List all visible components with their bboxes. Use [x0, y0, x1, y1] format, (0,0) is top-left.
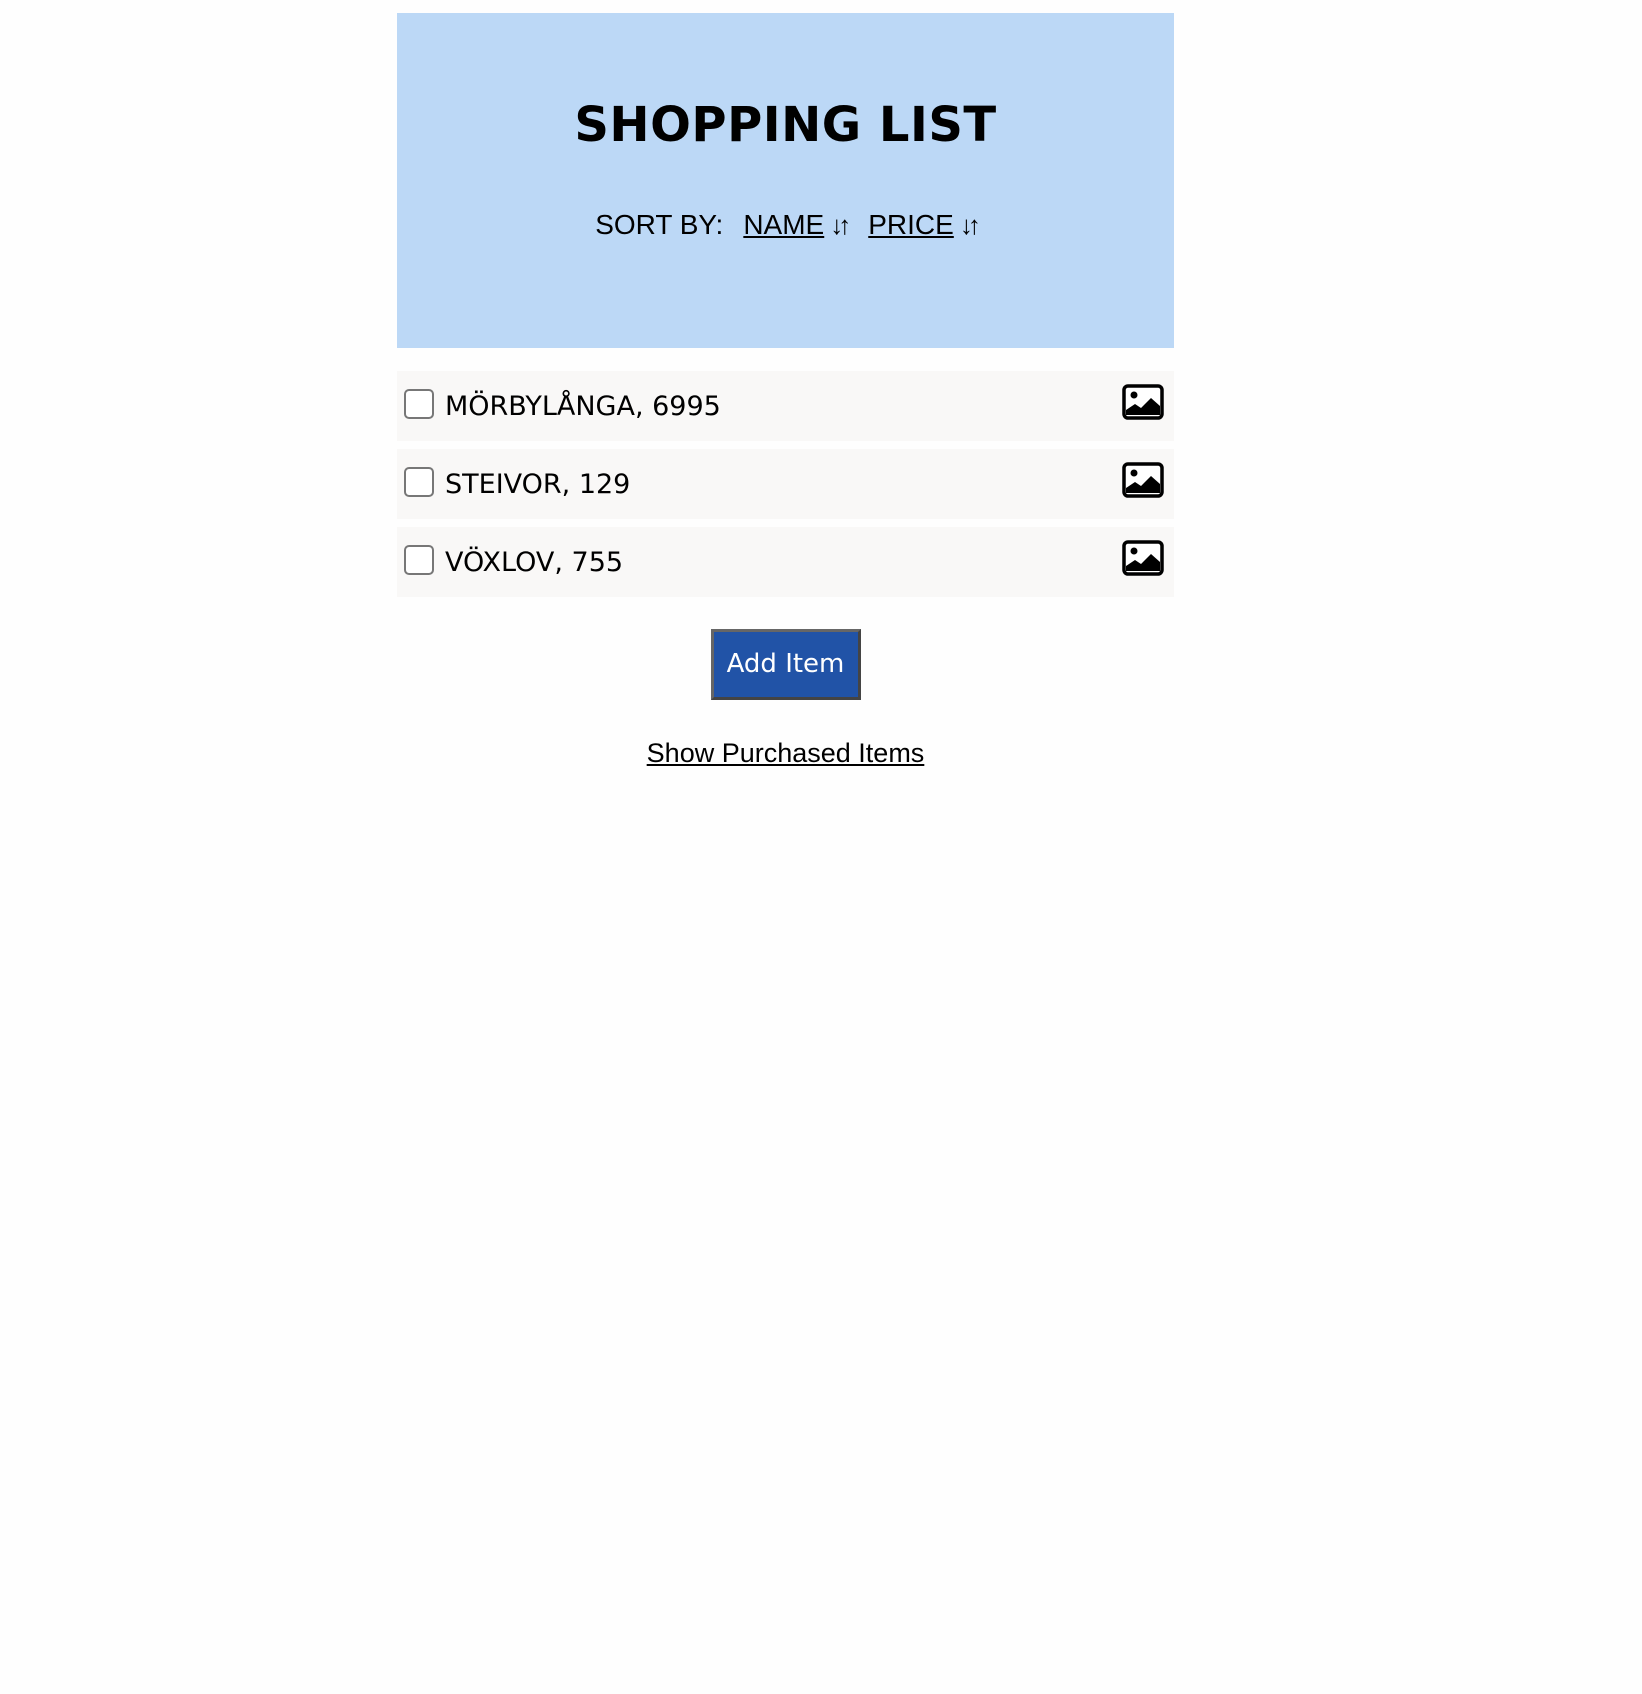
shopping-list: MÖRBYLÅNGA, 6995 STEIVOR, 129 VÖXLOV, 75…	[397, 371, 1174, 597]
page-title: SHOPPING LIST	[574, 97, 997, 153]
list-item: VÖXLOV, 755	[397, 527, 1174, 597]
list-item: MÖRBYLÅNGA, 6995	[397, 371, 1174, 441]
add-item-button[interactable]: Add Item	[710, 629, 861, 700]
image-icon[interactable]	[1122, 540, 1164, 576]
header: SHOPPING LIST SORT BY: NAME ↓↑ PRICE ↓↑	[397, 13, 1174, 348]
image-icon[interactable]	[1122, 462, 1164, 498]
sort-arrows-icon[interactable]: ↓↑	[830, 212, 851, 238]
sort-bar: SORT BY: NAME ↓↑ PRICE ↓↑	[397, 211, 1174, 239]
actions: Add Item	[397, 629, 1174, 700]
item-checkbox[interactable]	[404, 545, 434, 575]
item-label: VÖXLOV, 755	[445, 546, 624, 578]
image-icon[interactable]	[1122, 384, 1164, 420]
sort-label: SORT BY:	[595, 209, 724, 240]
item-checkbox[interactable]	[404, 467, 434, 497]
list-item: STEIVOR, 129	[397, 449, 1174, 519]
sort-by-price-link[interactable]: PRICE	[868, 211, 954, 239]
sort-arrows-icon[interactable]: ↓↑	[960, 212, 981, 238]
show-purchased-items-link[interactable]: Show Purchased Items	[397, 738, 1174, 769]
item-label: STEIVOR, 129	[445, 468, 631, 500]
sort-by-name-link[interactable]: NAME	[743, 211, 824, 239]
item-label: MÖRBYLÅNGA, 6995	[445, 390, 721, 422]
item-checkbox[interactable]	[404, 389, 434, 419]
shopping-list-app: SHOPPING LIST SORT BY: NAME ↓↑ PRICE ↓↑ …	[397, 13, 1174, 769]
